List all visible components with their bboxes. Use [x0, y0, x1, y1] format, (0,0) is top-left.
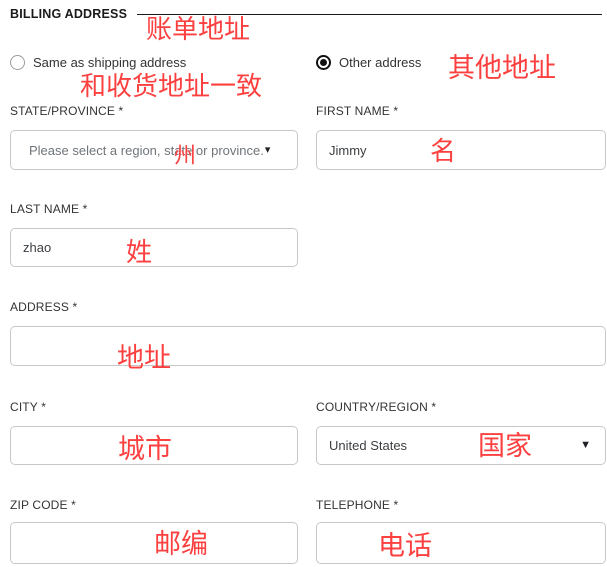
page-title: BILLING ADDRESS	[10, 7, 128, 21]
chevron-down-icon: ▼	[580, 439, 591, 451]
label-telephone: TELEPHONE *	[316, 498, 399, 512]
input-zip-code[interactable]	[10, 522, 298, 564]
header-divider	[137, 14, 602, 15]
state-province-placeholder: Please select a region, state or provinc…	[29, 142, 264, 158]
last-name-value: zhao	[23, 240, 52, 255]
chevron-down-icon: ▾	[264, 143, 271, 156]
annotation-other-address: 其他地址	[448, 53, 556, 84]
label-state-province: STATE/PROVINCE *	[10, 104, 124, 118]
input-address[interactable]	[10, 326, 606, 366]
select-country-region[interactable]: United States ▼	[316, 426, 606, 465]
label-city: CITY *	[10, 400, 47, 414]
input-telephone[interactable]	[316, 522, 606, 564]
input-last-name[interactable]: zhao	[10, 228, 298, 267]
radio-icon-checked[interactable]	[316, 54, 331, 70]
label-address: ADDRESS *	[10, 300, 78, 314]
label-zip-code: ZIP CODE *	[10, 498, 76, 512]
label-country-region: COUNTRY/REGION *	[316, 400, 437, 414]
label-last-name: LAST NAME *	[10, 202, 88, 216]
radio-option-other-address[interactable]: Other address	[316, 52, 421, 72]
first-name-value: Jimmy	[329, 142, 367, 158]
radio-label-same-as-shipping: Same as shipping address	[33, 54, 187, 70]
billing-address-section-header: BILLING ADDRESS	[10, 5, 602, 23]
radio-option-same-as-shipping[interactable]: Same as shipping address	[10, 52, 186, 72]
select-state-province[interactable]: Please select a region, state or provinc…	[10, 130, 298, 170]
radio-label-other-address: Other address	[339, 54, 422, 70]
annotation-same-as-shipping: 和收货地址一致	[80, 72, 263, 102]
input-first-name[interactable]: Jimmy	[316, 130, 606, 170]
input-city[interactable]	[10, 426, 298, 465]
label-first-name: FIRST NAME *	[316, 104, 399, 118]
country-region-value: United States	[329, 438, 408, 453]
radio-icon-unchecked[interactable]	[10, 54, 25, 70]
